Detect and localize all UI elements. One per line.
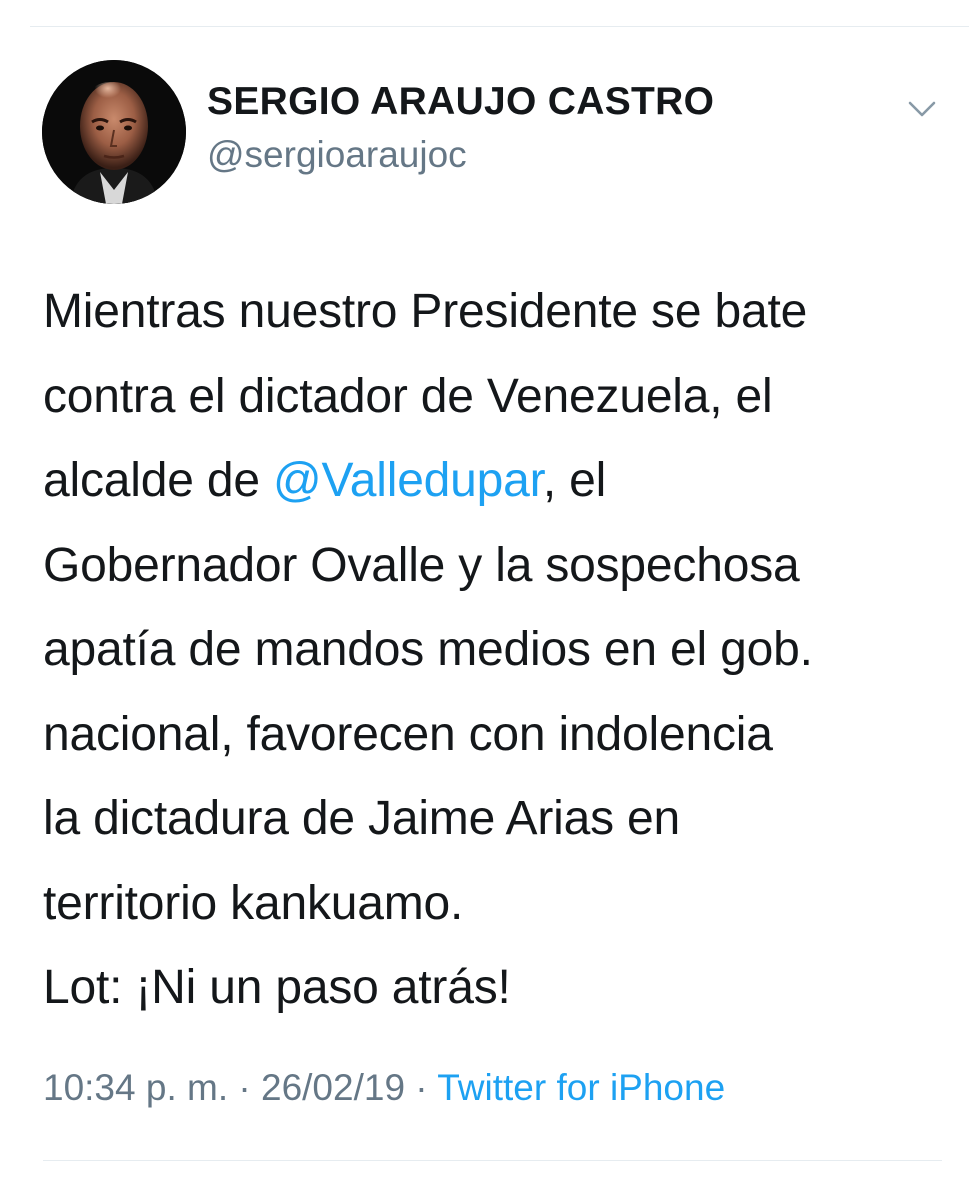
avatar-image: [42, 60, 186, 204]
author-handle[interactable]: @sergioaraujoc: [207, 134, 467, 176]
avatar[interactable]: [42, 60, 186, 204]
bottom-divider: [43, 1160, 942, 1161]
tweet-meta: 10:34 p. m. · 26/02/19 · Twitter for iPh…: [43, 1067, 725, 1109]
meta-separator: ·: [405, 1067, 438, 1108]
mention-link[interactable]: @Valledupar: [273, 454, 543, 507]
tweet-text-line: Lot: ¡Ni un paso atrás!: [43, 961, 511, 1014]
tweet-text-segment: , el: [542, 454, 607, 507]
tweet-text: Mientras nuestro Presidente se bate cont…: [43, 270, 953, 1031]
tweet-date[interactable]: 26/02/19: [261, 1067, 405, 1108]
tweet-text-line: Mientras nuestro Presidente se bate: [43, 285, 808, 338]
tweet-time[interactable]: 10:34 p. m.: [43, 1067, 228, 1108]
tweet-text-line: Gobernador Ovalle y la sospechosa: [43, 538, 800, 592]
tweet-text-segment: alcalde de: [43, 454, 273, 507]
tweet-source-link[interactable]: Twitter for iPhone: [437, 1067, 725, 1108]
tweet-text-line: apatía de mandos medios en el gob.: [43, 623, 813, 676]
chevron-down-icon[interactable]: [902, 93, 942, 123]
author-name[interactable]: SERGIO ARAUJO CASTRO: [207, 80, 714, 124]
tweet-text-line: la dictadura de Jaime Arias en: [43, 792, 681, 845]
tweet-text-line: territorio kankuamo.: [43, 876, 464, 930]
meta-separator: ·: [228, 1067, 261, 1108]
tweet-text-line: contra el dictador de Venezuela, el: [43, 369, 773, 423]
tweet-text-line: nacional, favorecen con indolencia: [43, 707, 773, 761]
tweet-text-line: alcalde de @Valledupar, el: [43, 439, 953, 524]
tweet: SERGIO ARAUJO CASTRO @sergioaraujoc Mien…: [0, 0, 969, 1200]
